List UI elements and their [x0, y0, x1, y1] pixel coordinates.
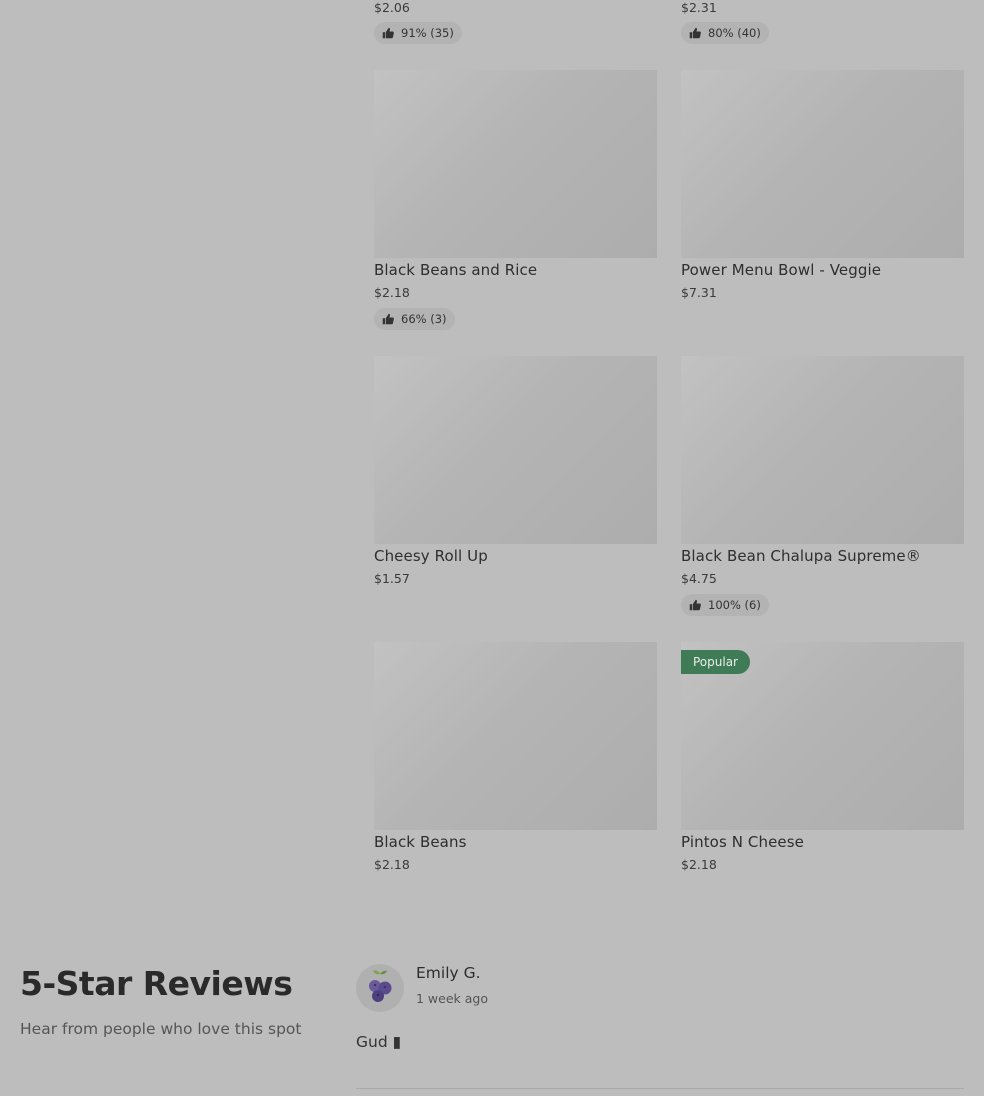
menu-item-price: $2.18: [374, 857, 410, 872]
blueberry-icon: [369, 970, 392, 1002]
menu-item-price: $2.18: [681, 857, 717, 872]
menu-item-name: Black Beans and Rice: [374, 261, 538, 279]
rating-pill: 80% (40): [681, 22, 769, 44]
menu-item-name: Black Bean Chalupa Supreme®: [681, 547, 921, 565]
rating-text: 100% (6): [708, 598, 761, 612]
thumbs-up-icon: [689, 27, 701, 39]
menu-item-name: Cheesy Roll Up: [374, 547, 488, 565]
menu-item-image[interactable]: [374, 356, 657, 544]
menu-item-price: $2.31: [681, 0, 717, 15]
review-timestamp: 1 week ago: [416, 991, 488, 1006]
rating-pill: 100% (6): [681, 594, 769, 616]
thumbs-up-icon: [382, 313, 394, 325]
menu-item-name: Black Beans: [374, 833, 467, 851]
rating-pill: 66% (3): [374, 308, 455, 330]
menu-item-image[interactable]: [374, 70, 657, 258]
menu-item-price: $7.31: [681, 285, 717, 300]
reviews-heading: 5-Star Reviews: [20, 964, 293, 1003]
reviews-subtitle: Hear from people who love this spot: [20, 1020, 302, 1038]
thumbs-up-icon: [382, 27, 394, 39]
thumbs-up-icon: [689, 599, 701, 611]
review-text: Gud ▮: [356, 1033, 402, 1051]
rating-text: 80% (40): [708, 26, 761, 40]
menu-item-name: Pintos N Cheese: [681, 833, 805, 851]
menu-item-image[interactable]: [374, 642, 657, 830]
menu-item-price: $1.57: [374, 571, 410, 586]
popular-badge: Popular: [681, 650, 750, 674]
menu-item-name: Power Menu Bowl - Veggie: [681, 261, 882, 279]
rating-pill: 91% (35): [374, 22, 462, 44]
menu-item-image[interactable]: [681, 70, 964, 258]
review-divider: [356, 1088, 964, 1089]
rating-text: 91% (35): [401, 26, 454, 40]
reviewer-name[interactable]: Emily G.: [416, 964, 481, 982]
reviewer-avatar: [356, 964, 404, 1012]
rating-text: 66% (3): [401, 312, 447, 326]
menu-item-price: $4.75: [681, 571, 717, 586]
menu-item-price: $2.06: [374, 0, 410, 15]
menu-item-image[interactable]: [681, 356, 964, 544]
menu-item-price: $2.18: [374, 285, 410, 300]
